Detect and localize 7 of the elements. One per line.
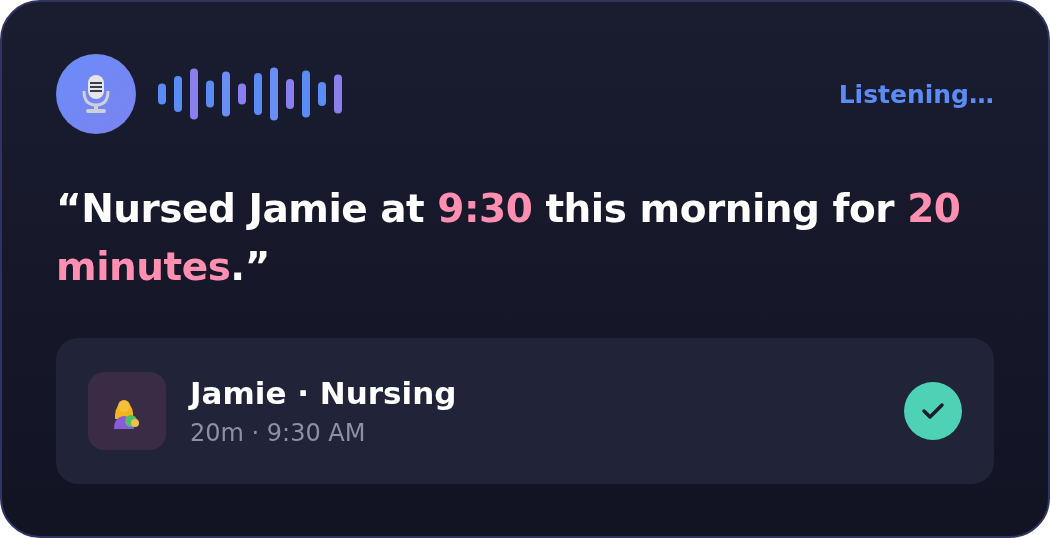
entry-details: 20m · 9:30 AM [190,419,367,447]
entry-card[interactable]: Jamie · Nursing 20m · 9:30 AM [56,338,994,484]
checkmark-icon[interactable] [904,382,962,440]
listening-status: Listening… [838,79,994,109]
parent-with-baby-icon [88,372,166,450]
transcript-quote: “Nursed Jamie at 9:30 this morning for 20 minutes.” [56,185,962,291]
entry-title: Jamie · Nursing [190,375,457,411]
